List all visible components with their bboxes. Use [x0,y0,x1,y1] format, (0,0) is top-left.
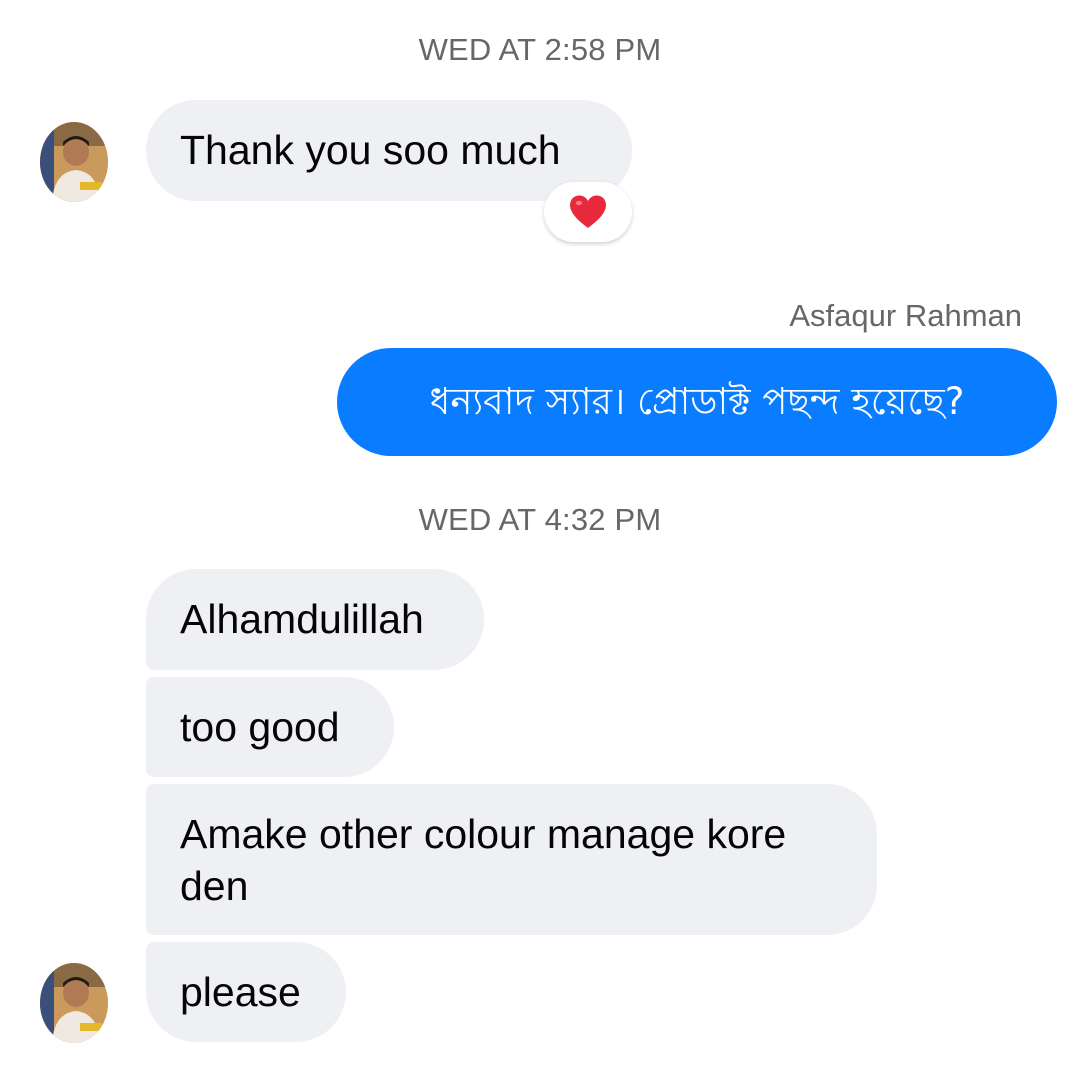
sender-name: Asfaqur Rahman [789,298,1022,333]
contact-avatar[interactable] [40,963,108,1043]
incoming-message-bubble[interactable]: Amake other colour manage kore den [146,784,877,935]
message-reaction[interactable] [544,182,632,242]
incoming-message-bubble[interactable]: too good [146,677,394,777]
outgoing-message-bubble[interactable]: ধন্যবাদ স্যার। প্রোডাক্ট পছন্দ হয়েছে? [337,348,1057,456]
incoming-message-bubble[interactable]: please [146,942,346,1042]
message-text: please [180,969,301,1015]
message-text: Amake other colour manage kore den [180,811,787,909]
incoming-message-bubble[interactable]: Alhamdulillah [146,569,484,670]
timestamp-divider: WED AT 4:32 PM [418,502,662,537]
message-text: Thank you soo much [180,127,561,173]
timestamp-divider: WED AT 2:58 PM [418,32,662,67]
avatar-photo-icon [40,122,108,202]
message-text: too good [180,704,340,750]
heart-icon [570,195,606,228]
avatar-photo-icon [40,963,108,1043]
contact-avatar[interactable] [40,122,108,202]
message-text: Alhamdulillah [180,596,424,642]
message-text: ধন্যবাদ স্যার। প্রোডাক্ট পছন্দ হয়েছে? [429,380,965,423]
